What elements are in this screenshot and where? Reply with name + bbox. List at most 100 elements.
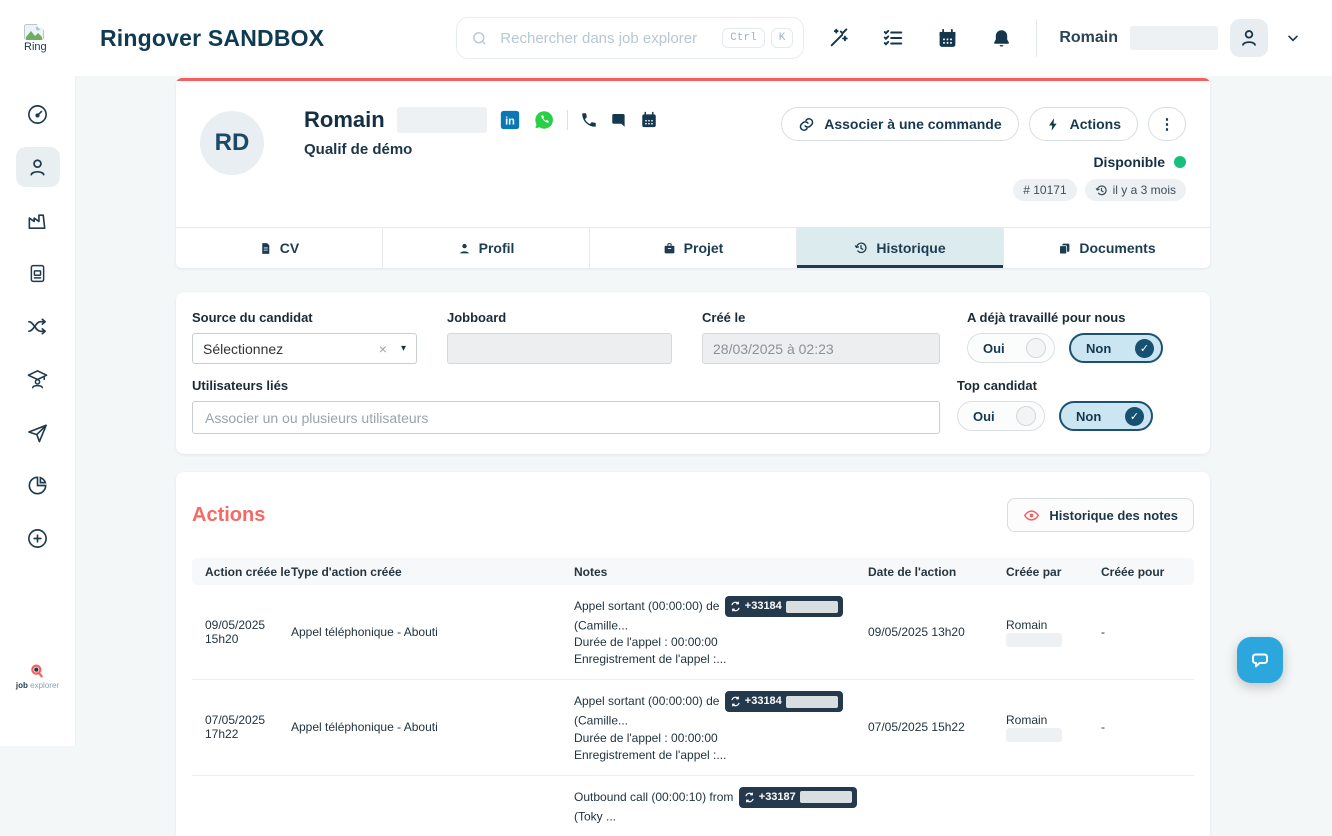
linked-users-input[interactable]	[192, 401, 940, 434]
tab-documents[interactable]: Documents	[1003, 228, 1210, 268]
actions-title: Actions	[192, 504, 265, 527]
check-circle-icon: ✓	[1135, 339, 1154, 358]
status-dot-icon	[1174, 156, 1186, 168]
kbd-ctrl: Ctrl	[722, 28, 764, 48]
chat-message-icon[interactable]	[610, 111, 628, 129]
sync-arrows-icon	[730, 601, 741, 612]
kebab-icon: ⋮	[1160, 115, 1175, 133]
job-explorer-logo-icon	[29, 663, 45, 679]
documents-copy-icon	[1058, 242, 1071, 255]
search-input[interactable]	[498, 29, 716, 48]
tab-projet[interactable]: Projet	[589, 228, 796, 268]
sidebar-item-companies[interactable]	[16, 200, 60, 240]
redacted-lastname	[1006, 633, 1062, 647]
top-candidate-non-toggle[interactable]: Non ✓	[1059, 401, 1153, 431]
chat-launcher-button[interactable]	[1237, 637, 1283, 683]
app-logo[interactable]: Ring	[24, 24, 74, 53]
chevron-down-icon[interactable]	[1280, 25, 1306, 51]
candidate-name: Romain	[304, 107, 385, 133]
shuffle-icon	[26, 315, 49, 338]
briefcase-icon	[663, 242, 676, 255]
global-search[interactable]: Ctrl K	[456, 17, 804, 59]
phone-number-badge[interactable]: +33184	[725, 691, 843, 712]
icon-divider	[567, 110, 568, 130]
sidebar-item-campaigns[interactable]	[16, 412, 60, 452]
factory-icon	[26, 209, 49, 232]
top-candidate-oui-toggle[interactable]: Oui	[957, 401, 1045, 431]
broken-image-icon	[24, 24, 44, 40]
person-icon	[26, 156, 49, 179]
graduate-icon	[26, 368, 49, 391]
more-options-button[interactable]: ⋮	[1148, 107, 1186, 141]
table-row: 09/05/2025 15h20 Appel téléphonique - Ab…	[192, 585, 1194, 679]
last-activity-badge: il y a 3 mois	[1085, 179, 1186, 201]
sidebar-item-add[interactable]	[16, 518, 60, 558]
redacted-phone-part	[786, 601, 838, 613]
actions-table: Action créée le Type d'action créée Note…	[192, 558, 1194, 836]
notes-history-button[interactable]: Historique des notes	[1007, 498, 1194, 532]
redacted-candidate-lastname	[397, 107, 487, 133]
phone-icon[interactable]	[580, 111, 598, 129]
task-list-icon[interactable]	[880, 25, 906, 51]
redacted-phone-part	[786, 696, 838, 708]
file-icon	[27, 263, 48, 284]
filters-card: Source du candidat Sélectionnez × ▾ Jobb…	[176, 292, 1210, 454]
source-label: Source du candidat	[192, 310, 417, 325]
linked-users-label: Utilisateurs liés	[192, 378, 940, 393]
left-sidebar: job explorer	[0, 76, 75, 746]
table-row: Outbound call (00:00:10) from +33187 (To…	[192, 775, 1194, 836]
sidebar-item-matching[interactable]	[16, 306, 60, 346]
phone-number-badge[interactable]: +33187	[739, 787, 857, 808]
radio-empty-icon	[1026, 338, 1046, 358]
jobboard-label: Jobboard	[447, 310, 672, 325]
worked-before-oui-toggle[interactable]: Oui	[967, 333, 1055, 363]
chat-bubble-icon	[1248, 648, 1272, 672]
jobboard-input	[447, 333, 672, 364]
availability-status: Disponible	[1093, 154, 1165, 170]
svg-text:in: in	[505, 116, 515, 128]
worked-before-non-toggle[interactable]: Non ✓	[1069, 333, 1163, 363]
magic-wand-icon[interactable]	[826, 25, 852, 51]
sidebar-item-dashboard[interactable]	[16, 94, 60, 134]
source-select[interactable]: Sélectionnez × ▾	[192, 333, 417, 364]
candidate-profile-card: RD Romain in	[176, 78, 1210, 268]
lightning-icon	[1046, 117, 1061, 132]
sidebar-footer-brand: job explorer	[16, 663, 59, 690]
whatsapp-icon[interactable]	[533, 109, 555, 131]
redacted-user-lastname	[1130, 26, 1218, 50]
linkedin-icon[interactable]: in	[499, 109, 521, 131]
plus-circle-icon	[26, 527, 49, 550]
sidebar-item-reports[interactable]	[16, 465, 60, 505]
associate-order-button[interactable]: Associer à une commande	[781, 107, 1018, 141]
created-date-input: 28/03/2025 à 02:23	[702, 333, 940, 364]
redacted-phone-part	[800, 791, 852, 803]
table-row: 07/05/2025 17h22 Appel téléphonique - Ab…	[192, 679, 1194, 774]
calendar-icon[interactable]	[934, 25, 960, 51]
candidate-id-badge: # 10171	[1013, 179, 1076, 201]
sync-arrows-icon	[730, 696, 741, 707]
redacted-lastname	[1006, 728, 1062, 742]
sidebar-item-candidates[interactable]	[16, 147, 60, 187]
created-label: Créé le	[702, 310, 940, 325]
header-divider	[1036, 19, 1037, 57]
logo-alt-text: Ring	[24, 41, 47, 53]
sidebar-item-documents[interactable]	[16, 253, 60, 293]
pie-chart-icon	[26, 474, 49, 497]
link-icon	[798, 116, 815, 133]
user-name: Romain	[1059, 29, 1118, 47]
phone-number-badge[interactable]: +33184	[725, 596, 843, 617]
history-tab-icon	[854, 241, 868, 255]
actions-card: Actions Historique des notes Action créé…	[176, 472, 1210, 836]
schedule-calendar-icon[interactable]	[640, 111, 658, 129]
user-avatar-button[interactable]	[1230, 19, 1268, 57]
tab-cv[interactable]: CV	[176, 228, 382, 268]
tab-profil[interactable]: Profil	[382, 228, 589, 268]
clear-icon[interactable]: ×	[379, 341, 387, 357]
actions-button[interactable]: Actions	[1029, 107, 1138, 141]
tab-historique[interactable]: Historique	[796, 228, 1003, 268]
sidebar-item-students[interactable]	[16, 359, 60, 399]
select-caret-icon[interactable]: ▾	[401, 343, 406, 354]
bell-icon[interactable]	[988, 25, 1014, 51]
table-header-row: Action créée le Type d'action créée Note…	[192, 558, 1194, 585]
history-icon	[1095, 184, 1108, 197]
